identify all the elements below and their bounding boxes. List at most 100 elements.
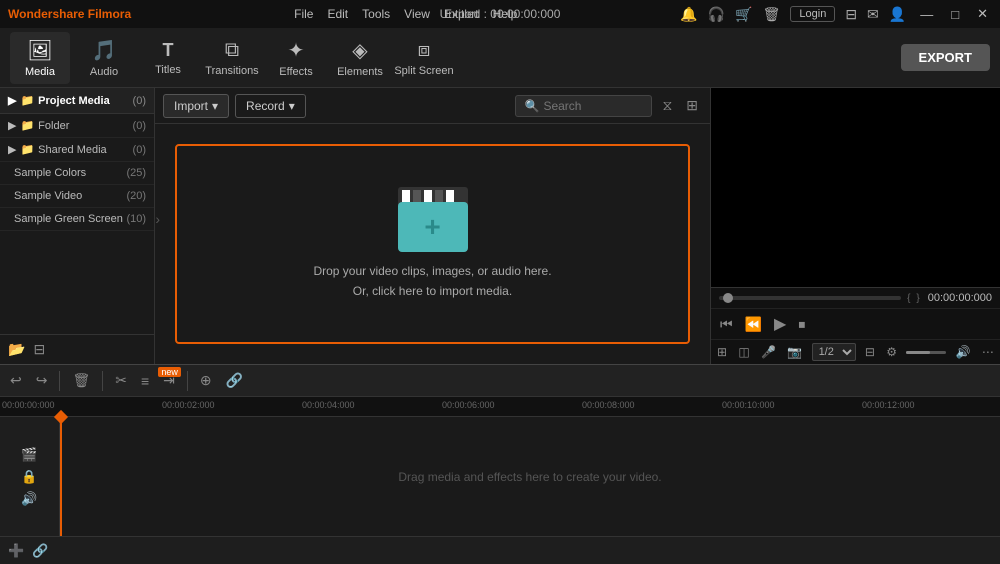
shared-expand-icon: ▶ — [8, 143, 16, 156]
playback-slider[interactable] — [719, 296, 901, 300]
folder-icon: 📁 — [20, 119, 34, 132]
sample-video-name: Sample Video — [14, 190, 82, 202]
shared-media-item[interactable]: ▶ 📁 Shared Media (0) — [0, 138, 154, 162]
timeline-bottom: ➕ 🔗 — [0, 536, 1000, 564]
tool-effects[interactable]: ✦ Effects — [266, 32, 326, 84]
upper-area: ▶ 📁 Project Media (0) ▶ 📁 Folder (0) ▶ 📁 — [0, 88, 1000, 364]
tool-audio[interactable]: 🎵 Audio — [74, 32, 134, 84]
ruler-mark-1: 00:00:02:000 — [162, 400, 215, 410]
toolbar-separator — [59, 371, 60, 391]
search-box[interactable]: 🔍 — [515, 95, 652, 117]
sample-colors-count: (25) — [126, 167, 146, 179]
volume-icon[interactable]: 🔊 — [954, 343, 973, 361]
speed-badge: new — [158, 367, 181, 377]
headphone-icon[interactable]: 🎧 — [708, 6, 725, 23]
play-button[interactable]: ▶ — [771, 312, 789, 336]
tool-transitions[interactable]: ⧉ Transitions — [202, 32, 262, 84]
folder-icon: 📁 — [20, 94, 34, 107]
link-clip-icon[interactable]: 🔗 — [30, 541, 50, 561]
import-label: Import — [174, 99, 208, 113]
track-audio-icon[interactable]: 🔊 — [21, 491, 37, 507]
panel-scroll-indicator: › — [155, 211, 160, 227]
link-button[interactable]: 🔗 — [222, 370, 247, 391]
add-folder-icon[interactable]: 📂 — [8, 341, 25, 358]
sample-colors-item[interactable]: Sample Colors (25) — [0, 162, 154, 185]
tool-audio-label: Audio — [90, 66, 118, 78]
close-window-button[interactable]: ✕ — [973, 6, 992, 22]
profile-icon[interactable]: 👤 — [889, 6, 906, 23]
record-chevron-icon: ▾ — [289, 99, 295, 113]
cart-icon[interactable]: 🛒 — [735, 6, 752, 23]
project-media-label: Project Media — [38, 95, 110, 107]
sample-green-screen-count: (10) — [126, 213, 146, 225]
toolbar-separator3 — [187, 371, 188, 391]
mail-icon[interactable]: ✉ — [867, 6, 879, 23]
redo-button[interactable]: ↪ — [32, 370, 52, 391]
left-panel-bottom: 📂 ⊟ — [0, 334, 154, 364]
remove-item-icon[interactable]: ⊟ — [33, 341, 45, 358]
tool-titles[interactable]: T Titles — [138, 32, 198, 84]
more-options-icon[interactable]: ⋯ — [980, 343, 996, 361]
plus-icon: + — [424, 211, 440, 243]
add-clip-button[interactable]: ⊕ — [196, 370, 216, 391]
delete-button[interactable]: 🗑 — [68, 370, 94, 391]
tool-media[interactable]: 🖼 Media — [10, 32, 70, 84]
shared-media-name: ▶ 📁 Shared Media — [8, 143, 107, 156]
search-icon: 🔍 — [524, 99, 539, 113]
menu-edit[interactable]: Edit — [327, 7, 348, 21]
mic-icon[interactable]: 🎤 — [759, 343, 778, 361]
stop-button[interactable]: ⏹ — [795, 314, 808, 335]
folder-item[interactable]: ▶ 📁 Folder (0) — [0, 114, 154, 138]
volume-slider[interactable] — [906, 351, 946, 354]
content-toolbar: Import ▾ Record ▾ 🔍 ⧖ ⊞ — [155, 88, 710, 124]
track-area: Drag media and effects here to create yo… — [60, 417, 1000, 536]
sample-green-screen-item[interactable]: Sample Green Screen (10) › — [0, 208, 154, 231]
import-button[interactable]: Import ▾ — [163, 94, 229, 118]
login-button[interactable]: Login — [790, 6, 835, 22]
project-media-count: (0) — [133, 95, 146, 107]
add-track-icon[interactable]: ➕ — [6, 541, 26, 561]
menu-tools[interactable]: Tools — [362, 7, 390, 21]
step-back-button[interactable]: ⏪ — [742, 314, 765, 335]
app-logo: Wondershare Filmora — [8, 7, 131, 21]
filter-icon[interactable]: ⧖ — [658, 95, 676, 116]
sample-green-screen-name: Sample Green Screen — [14, 213, 123, 225]
menu-file[interactable]: File — [294, 7, 313, 21]
drop-zone[interactable]: + Drop your video clips, images, or audi… — [175, 144, 690, 344]
align-button[interactable]: ≡ — [137, 371, 153, 391]
cut-button[interactable]: ✂ — [111, 370, 131, 391]
record-video-icon[interactable]: 📷 — [785, 343, 804, 361]
undo-button[interactable]: ↩ — [6, 370, 26, 391]
trash-icon[interactable]: 🗑 — [763, 6, 781, 23]
fit-icon[interactable]: ⊟ — [863, 343, 877, 361]
tool-split-screen[interactable]: ⧈ Split Screen — [394, 32, 454, 84]
folder-item-count: (0) — [133, 120, 146, 132]
minimize-window-button[interactable]: — — [916, 7, 937, 22]
skip-back-button[interactable]: ⏮ — [717, 314, 736, 335]
full-screen-icon[interactable]: ⊞ — [715, 343, 729, 361]
grid-view-icon[interactable]: ⊞ — [682, 95, 702, 116]
maximize-window-button[interactable]: □ — [947, 7, 963, 22]
snapshot-icon[interactable]: ◫ — [736, 343, 751, 361]
settings-icon[interactable]: ⚙ — [884, 343, 899, 361]
track-lock-icon[interactable]: 🔒 — [21, 469, 37, 485]
menu-view[interactable]: View — [404, 7, 430, 21]
audio-icon: 🎵 — [92, 38, 117, 63]
zoom-select[interactable]: 1/2 1/4 Full — [812, 343, 856, 361]
record-button[interactable]: Record ▾ — [235, 94, 306, 118]
tool-elements[interactable]: ◈ Elements — [330, 32, 390, 84]
sample-video-item[interactable]: Sample Video (20) — [0, 185, 154, 208]
export-button[interactable]: EXPORT — [901, 44, 990, 71]
minimize-icon[interactable]: ⊟ — [845, 6, 857, 23]
tool-media-label: Media — [25, 66, 55, 78]
titlebar-right: 🔔 🎧 🛒 🗑 Login ⊟ ✉ 👤 — □ ✕ — [680, 6, 992, 23]
speed-button-wrapper: ⇥ new — [159, 370, 179, 391]
notification-icon[interactable]: 🔔 — [680, 6, 697, 23]
expand-icon[interactable]: ▶ — [8, 94, 16, 107]
transitions-icon: ⧉ — [225, 39, 239, 62]
project-media-title: ▶ 📁 Project Media — [8, 94, 110, 107]
drop-text: Drop your video clips, images, or audio … — [313, 262, 551, 300]
track-video-icon[interactable]: 🎬 — [21, 447, 37, 463]
window-title: Untitled : 00:00:00:000 — [440, 7, 561, 21]
search-input[interactable] — [543, 99, 643, 113]
